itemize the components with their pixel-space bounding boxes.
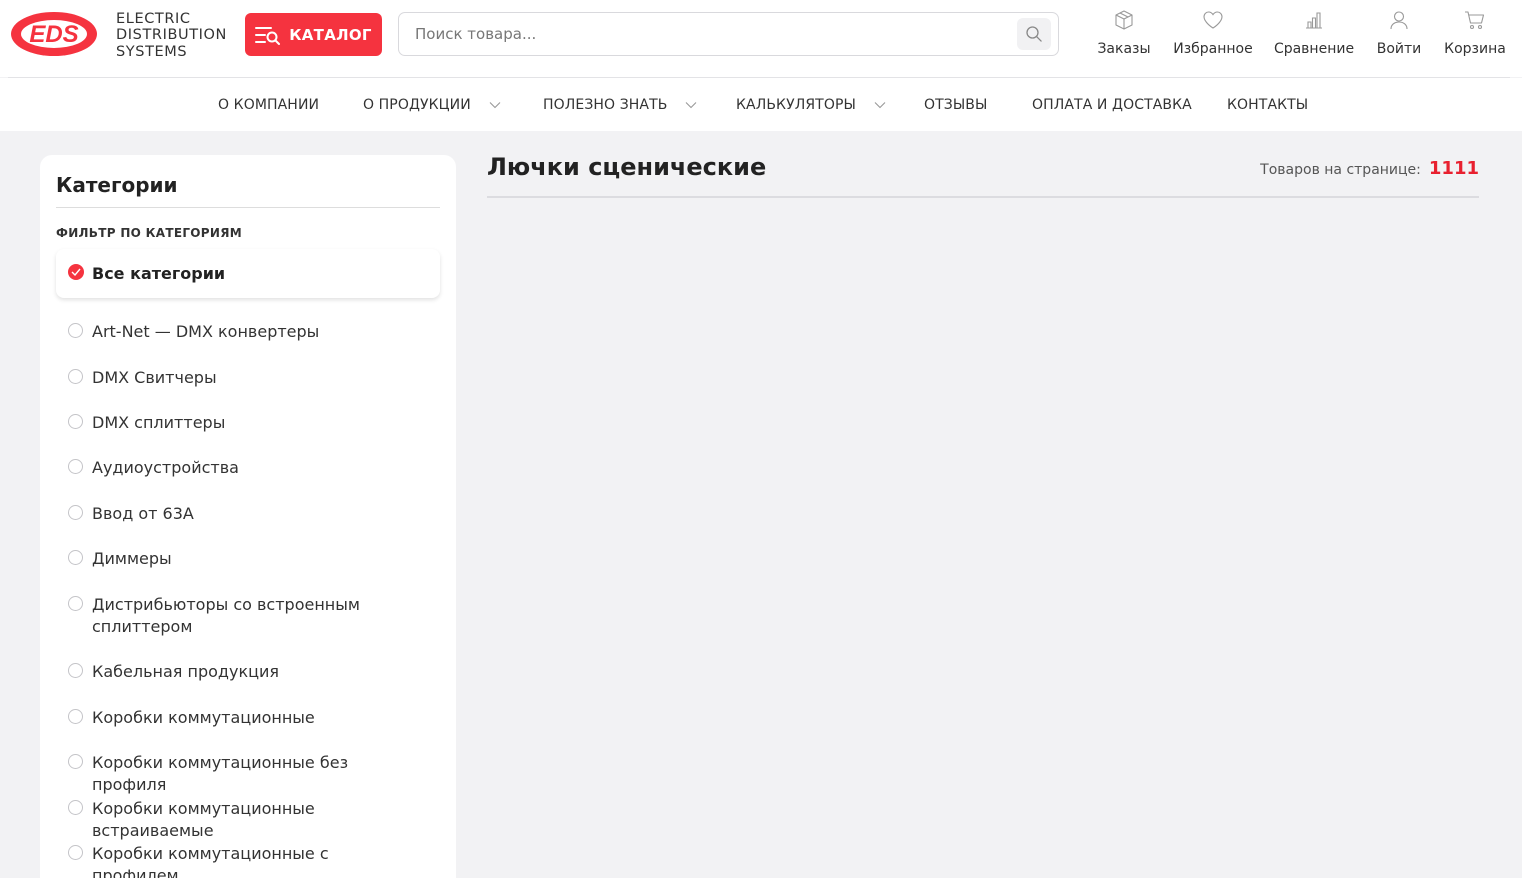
title-divider (487, 196, 1479, 198)
nav-item-label: ОТЗЫВЫ (924, 96, 988, 113)
radio-icon (68, 845, 83, 860)
box-icon (1115, 10, 1133, 30)
radio-icon (68, 800, 83, 815)
compare-link[interactable]: Сравнение (1274, 6, 1354, 66)
eds-logo-icon: EDS (11, 12, 97, 56)
compare-label: Сравнение (1273, 41, 1355, 57)
category-label: Ввод от 63А (92, 504, 194, 523)
login-link[interactable]: Войти (1374, 6, 1424, 66)
nav-item-label: КОНТАКТЫ (1227, 96, 1309, 113)
catalog-button[interactable]: КАТАЛОГ (245, 13, 382, 56)
radio-icon (68, 414, 83, 429)
category-label: Коробки коммутационные встраиваемые (92, 799, 315, 840)
category-label: Кабельная продукция (92, 662, 280, 681)
category-all[interactable]: Все категории (56, 249, 440, 298)
cart-label: Корзина (1444, 41, 1506, 57)
radio-icon (68, 505, 83, 520)
heart-icon (1203, 11, 1223, 29)
favorites-label: Избранное (1173, 41, 1253, 57)
nav-item-label: ПОЛЕЗНО ЗНАТЬ (543, 96, 668, 113)
main-nav: О КОМПАНИИ О ПРОДУКЦИИ ПОЛЕЗНО ЗНАТЬ КАЛ… (0, 78, 1522, 131)
header: EDS ELECTRIC DISTRIBUTION SYSTEMS КАТАЛО… (0, 0, 1522, 77)
category-label: Аудиоустройства (92, 458, 239, 477)
nav-item-label: О ПРОДУКЦИИ (363, 96, 471, 113)
nav-item-useful[interactable]: ПОЛЕЗНО ЗНАТЬ (543, 78, 697, 131)
categories-sidebar: Категории ФИЛЬТР ПО КАТЕГОРИЯМ Все катег… (40, 155, 456, 878)
cart-link[interactable]: Корзина (1444, 6, 1506, 66)
chevron-down-icon (874, 101, 886, 108)
category-label: Диммеры (92, 549, 172, 568)
nav-item-products[interactable]: О ПРОДУКЦИИ (363, 78, 501, 131)
sidebar-divider (56, 207, 440, 208)
nav-item-calculators[interactable]: КАЛЬКУЛЯТОРЫ (736, 78, 886, 131)
items-per-page[interactable]: Товаров на странице: 1111 (1260, 158, 1479, 179)
radio-icon (68, 596, 83, 611)
search-icon (1026, 26, 1042, 42)
menu-search-icon (255, 26, 281, 45)
orders-label: Заказы (1097, 41, 1151, 57)
nav-item-company[interactable]: О КОМПАНИИ (218, 78, 319, 131)
category-label: DMX Свитчеры (92, 368, 217, 387)
category-label: Art-Net — DMX конвертеры (92, 322, 320, 341)
radio-icon (68, 369, 83, 384)
radio-checked-icon (68, 264, 84, 280)
search-input[interactable] (399, 13, 1009, 55)
brand-line-1: ELECTRIC (116, 11, 191, 27)
category-label: Коробки коммутационные без профиля (92, 753, 349, 794)
nav-item-label: КАЛЬКУЛЯТОРЫ (736, 96, 856, 113)
per-page-value[interactable]: 1111 (1429, 158, 1479, 179)
category-label: Дистрибьюторы со встроенным сплиттером (92, 595, 360, 636)
nav-item-label: О КОМПАНИИ (218, 96, 320, 113)
category-label: DMX сплиттеры (92, 413, 226, 432)
login-label: Войти (1376, 41, 1422, 57)
catalog-button-label: КАТАЛОГ (289, 25, 372, 44)
orders-link[interactable]: Заказы (1094, 6, 1154, 66)
nav-item-reviews[interactable]: ОТЗЫВЫ (924, 78, 987, 131)
radio-icon (68, 663, 83, 678)
brand-name: ELECTRIC DISTRIBUTION SYSTEMS (116, 11, 227, 60)
nav-item-contacts[interactable]: КОНТАКТЫ (1227, 78, 1308, 131)
user-icon (1390, 11, 1408, 30)
brand-line-2: DISTRIBUTION (116, 27, 228, 44)
radio-icon (68, 323, 83, 338)
search-box (398, 12, 1059, 56)
bar-chart-icon (1306, 12, 1322, 29)
radio-icon (68, 754, 83, 769)
chevron-down-icon (489, 101, 501, 108)
page-title: Лючки сценические (487, 153, 767, 181)
nav-item-payment[interactable]: ОПЛАТА И ДОСТАВКА (1032, 78, 1192, 131)
category-all-label: Все категории (92, 264, 226, 283)
sidebar-title: Категории (56, 173, 178, 197)
logo[interactable]: EDS (10, 11, 98, 57)
chevron-down-icon (686, 101, 697, 108)
category-label: Коробки коммутационные с профилем (92, 844, 329, 878)
cart-icon (1465, 11, 1485, 30)
favorites-link[interactable]: Избранное (1172, 6, 1254, 66)
per-page-label: Товаров на странице: (1260, 162, 1421, 178)
category-label: Коробки коммутационные (92, 708, 315, 727)
svg-text:EDS: EDS (29, 21, 78, 48)
search-button[interactable] (1017, 18, 1051, 50)
nav-item-label: ОПЛАТА И ДОСТАВКА (1032, 96, 1192, 113)
radio-icon (68, 709, 83, 724)
filter-label: ФИЛЬТР ПО КАТЕГОРИЯМ (56, 226, 242, 240)
radio-icon (68, 550, 83, 565)
brand-line-3: SYSTEMS (116, 43, 188, 60)
radio-icon (68, 459, 83, 474)
